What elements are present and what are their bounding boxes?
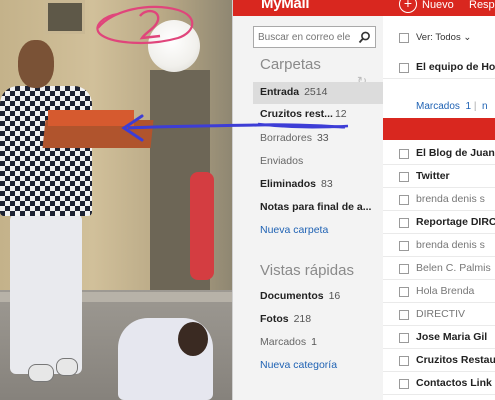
- quickview-label: Documentos: [260, 290, 324, 302]
- flagged-link-icon: n: [481, 101, 488, 112]
- search-input[interactable]: [258, 30, 358, 45]
- man-checkered-shirt: [0, 86, 92, 216]
- view-filter-label: Ver: Todos: [416, 32, 461, 43]
- folder-count: 2514: [304, 86, 328, 98]
- folder-deleted[interactable]: Eliminados 83: [260, 178, 333, 190]
- message-checkbox[interactable]: [399, 287, 409, 297]
- message-row[interactable]: El Blog de Juan: [383, 142, 495, 165]
- mail-app: MyMail + Nuevo Respo Carpetas ↻ Entrada2…: [232, 0, 495, 400]
- message-sender: Cruzitos Restau: [416, 354, 495, 366]
- quickview-count: 218: [293, 313, 312, 325]
- folder-notes[interactable]: Notas para final de a...: [260, 201, 371, 213]
- top-bar: MyMail + Nuevo Respo: [233, 0, 495, 16]
- quickview-label: Marcados: [260, 336, 307, 348]
- folder-cruzitos[interactable]: Cruzitos rest... 12: [260, 108, 347, 120]
- folder-label: Enviados: [260, 155, 304, 167]
- folder-label: Cruzitos rest...: [260, 108, 333, 120]
- new-plus-icon[interactable]: +: [399, 0, 417, 13]
- message-checkbox[interactable]: [399, 356, 409, 366]
- quickview-count: 1: [311, 336, 317, 348]
- search-box: [253, 26, 376, 48]
- kneeling-person-head: [178, 322, 208, 356]
- folder-label: Notas para final de a...: [260, 201, 372, 213]
- message-sender: brenda denis s: [416, 239, 485, 251]
- flagged-label: Marcados: [416, 101, 460, 112]
- message-checkbox[interactable]: [399, 63, 409, 73]
- folders-heading: Carpetas: [260, 56, 321, 73]
- new-folder-link[interactable]: Nueva carpeta: [260, 224, 328, 236]
- street-lamp: [148, 20, 200, 72]
- message-row[interactable]: Cruzitos Restau: [383, 349, 495, 372]
- message-sender: DIRECTIV: [416, 308, 466, 320]
- folder-count: 33: [316, 132, 329, 144]
- message-sender: El Blog de Juan: [416, 147, 495, 159]
- message-checkbox[interactable]: [399, 218, 409, 228]
- message-sender: Hola Brenda: [416, 285, 475, 297]
- message-row[interactable]: Twitter: [383, 165, 495, 188]
- message-sender: Jose Maria Gil: [416, 331, 488, 343]
- red-banner: [383, 118, 495, 140]
- folder-drafts[interactable]: Borradores 33: [260, 132, 329, 144]
- message-row[interactable]: Hola Brenda: [383, 280, 495, 303]
- brand-logo[interactable]: MyMail: [261, 0, 310, 12]
- message-row[interactable]: Belen C. Palmis: [383, 257, 495, 280]
- message-list: Ver: Todos ⌄ El equipo de Hot Marcados 1…: [383, 16, 495, 400]
- man-head: [18, 40, 54, 88]
- message-checkbox[interactable]: [399, 379, 409, 389]
- folder-label: Eliminados: [260, 178, 317, 190]
- flagged-count: 1: [465, 101, 472, 112]
- folder-inbox[interactable]: Entrada 2514: [260, 86, 327, 98]
- message-checkbox[interactable]: [399, 172, 409, 182]
- message-checkbox[interactable]: [399, 241, 409, 251]
- folder-sent[interactable]: Enviados: [260, 155, 303, 167]
- quickview-flagged[interactable]: Marcados 1: [260, 336, 317, 348]
- building-window: [45, 0, 85, 34]
- search-icon[interactable]: [358, 31, 371, 44]
- message-checkbox[interactable]: [399, 264, 409, 274]
- message-row[interactable]: DIRECTIV: [383, 303, 495, 326]
- message-sender: Twitter: [416, 170, 450, 182]
- message-row[interactable]: ✔Swiss Business: [383, 395, 495, 400]
- view-filter-dropdown[interactable]: Ver: Todos ⌄: [416, 32, 471, 43]
- street-photo: [0, 0, 232, 400]
- message-row[interactable]: brenda denis s: [383, 234, 495, 257]
- quickview-label: Fotos: [260, 313, 289, 325]
- message-sender: Reportage DIRC: [416, 216, 495, 228]
- message-sender: El equipo de Hot: [416, 61, 495, 73]
- message-checkbox[interactable]: [399, 333, 409, 343]
- folder-count: 12: [334, 108, 347, 120]
- message-checkbox[interactable]: [399, 310, 409, 320]
- message-sender: brenda denis s: [416, 193, 485, 205]
- message-row[interactable]: El equipo de Hot: [383, 56, 495, 79]
- quickview-photos[interactable]: Fotos 218: [260, 313, 311, 325]
- vendor-box: [48, 110, 134, 126]
- quick-views-heading: Vistas rápidas: [260, 262, 354, 279]
- folder-label: Borradores: [260, 132, 312, 144]
- folder-count: 83: [321, 178, 333, 190]
- separator: |: [473, 101, 477, 112]
- select-all-checkbox[interactable]: [399, 33, 409, 43]
- message-sender: Belen C. Palmis: [416, 262, 491, 274]
- message-checkbox[interactable]: [399, 149, 409, 159]
- man-shoe-left: [28, 364, 54, 382]
- quickview-count: 16: [328, 290, 341, 302]
- new-button[interactable]: Nuevo: [422, 0, 454, 11]
- man-shoe-right: [56, 358, 78, 376]
- chevron-down-icon: ⌄: [463, 32, 472, 43]
- folder-pane: Carpetas ↻ Entrada2514 Cruzitos rest...1…: [233, 16, 383, 400]
- flagged-summary[interactable]: Marcados 1 | n: [416, 101, 488, 112]
- reply-button[interactable]: Respo: [469, 0, 495, 11]
- message-sender: Contactos Link: [416, 377, 492, 389]
- man-pants: [10, 214, 82, 374]
- message-row[interactable]: brenda denis s: [383, 188, 495, 211]
- message-row[interactable]: Reportage DIRC: [383, 211, 495, 234]
- message-checkbox[interactable]: [399, 195, 409, 205]
- quickview-documents[interactable]: Documentos 16: [260, 290, 340, 302]
- folder-label: Entrada: [260, 86, 300, 98]
- message-row[interactable]: Jose Maria Gil: [383, 326, 495, 349]
- message-row[interactable]: Contactos Link: [383, 372, 495, 395]
- new-category-link[interactable]: Nueva categoría: [260, 359, 337, 371]
- woman-in-red: [190, 172, 214, 280]
